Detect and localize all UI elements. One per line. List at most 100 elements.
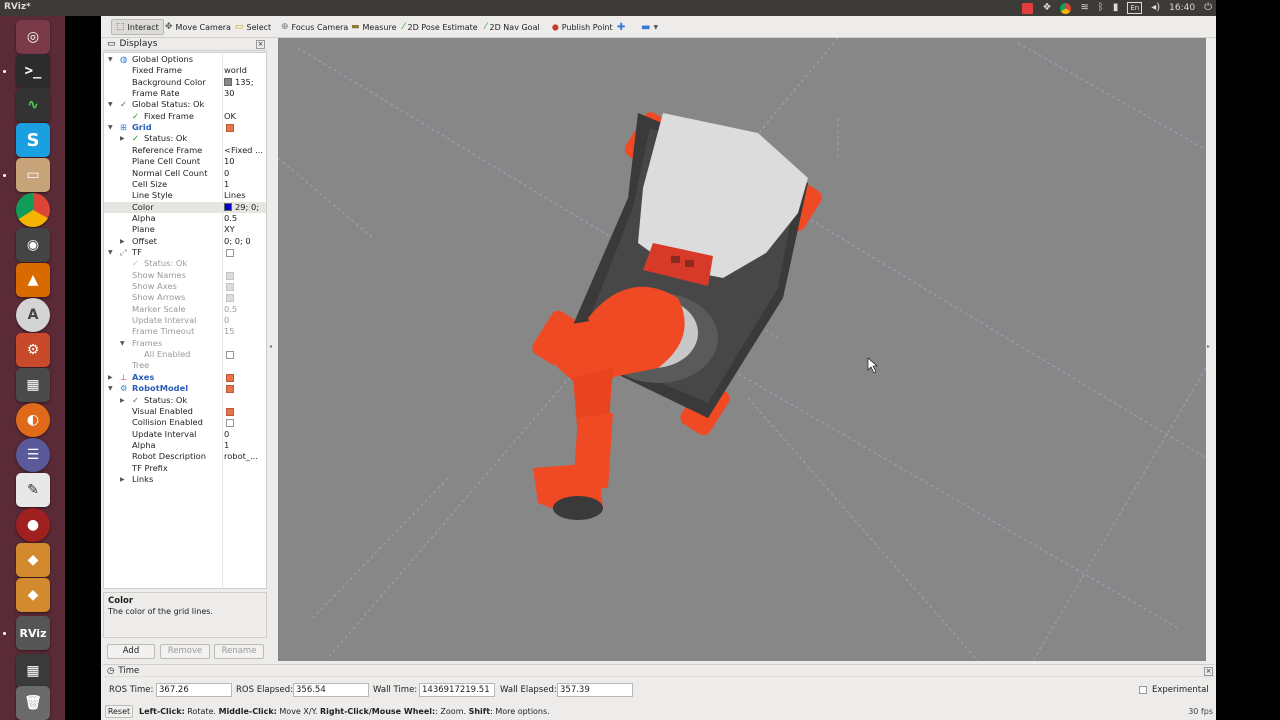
remove-button[interactable]: Remove [160, 644, 210, 659]
tree-row[interactable]: Line Style Lines [104, 190, 266, 201]
expanded-arrow-icon[interactable]: ▼ [108, 99, 113, 110]
expanded-arrow-icon[interactable]: ▼ [108, 54, 113, 65]
property-value[interactable]: <Fixed ... [224, 145, 266, 156]
tree-row[interactable]: All Enabled [104, 349, 266, 360]
tool-move-camera[interactable]: ✥ Move Camera [161, 19, 235, 35]
dropbox-icon[interactable]: ❖ [1042, 2, 1051, 14]
enable-checkbox[interactable] [226, 294, 234, 303]
enable-checkbox[interactable] [226, 385, 234, 394]
collapsed-arrow-icon[interactable]: ▶ [120, 133, 125, 144]
collapsed-arrow-icon[interactable]: ▶ [120, 395, 125, 406]
close-icon[interactable]: × [1204, 667, 1213, 676]
bluetooth-icon[interactable]: ᛒ [1098, 2, 1104, 14]
battery-icon[interactable]: ▮ [1113, 2, 1119, 14]
terminal-icon[interactable]: >_ [16, 54, 50, 88]
reset-button[interactable]: Reset [105, 705, 133, 718]
tool-publish-point[interactable]: ⬤ Publish Point [548, 19, 617, 35]
tree-row[interactable]: Alpha 0.5 [104, 213, 266, 224]
tree-row[interactable]: Update Interval 0 [104, 429, 266, 440]
tree-row[interactable]: Tree [104, 360, 266, 371]
enable-checkbox[interactable] [226, 124, 234, 133]
language-indicator[interactable]: En [1127, 2, 1143, 14]
rviz-icon[interactable]: RViz [16, 616, 50, 650]
property-value[interactable]: 1 [224, 440, 266, 451]
tree-row[interactable]: Show Names [104, 270, 266, 281]
enable-checkbox[interactable] [226, 248, 234, 257]
property-value[interactable]: 0.5 [224, 213, 266, 224]
system-monitor-icon[interactable]: ∿ [16, 88, 50, 122]
system-settings-icon[interactable]: ⚙ [16, 333, 50, 367]
tool-focus-camera[interactable]: ⊕ Focus Camera [277, 19, 352, 35]
tree-row[interactable]: ✓ Fixed Frame OK [104, 111, 266, 122]
tree-row[interactable]: ▶ ✓ Status: Ok [104, 133, 266, 144]
enable-checkbox[interactable] [226, 373, 234, 382]
property-value[interactable]: 0 [224, 168, 266, 179]
close-icon[interactable]: × [256, 40, 265, 49]
right-panel-collapse-handle[interactable]: ▸ [1207, 38, 1215, 661]
render-scene[interactable] [278, 38, 1206, 661]
property-value[interactable]: 0.5 [224, 304, 266, 315]
enable-checkbox[interactable] [226, 283, 234, 291]
enable-checkbox[interactable] [226, 271, 234, 280]
wall-time-field[interactable]: 1436917219.51 [419, 683, 495, 697]
property-value[interactable]: 0 [224, 429, 266, 440]
wifi-icon[interactable]: ≋ [1080, 2, 1088, 14]
chrome-icon[interactable] [16, 193, 50, 227]
volume-icon[interactable]: ◂) [1151, 2, 1160, 14]
tree-row[interactable]: Fixed Frame world [104, 65, 266, 76]
tree-row[interactable]: ▶ ⊥ Axes [104, 372, 266, 383]
tree-row[interactable]: Reference Frame <Fixed ... [104, 145, 266, 156]
property-value[interactable]: OK [224, 111, 266, 122]
tree-row[interactable]: ▼ Frames [104, 338, 266, 349]
enable-checkbox[interactable] [226, 407, 234, 416]
property-value[interactable]: 1 [224, 179, 266, 190]
eclipse-icon[interactable]: ☰ [16, 438, 50, 472]
tree-row[interactable]: ▶ Links [104, 474, 266, 485]
tree-row[interactable]: Marker Scale 0.5 [104, 304, 266, 315]
tree-row[interactable]: Cell Size 1 [104, 179, 266, 190]
tree-row[interactable]: ▼ ⤢ TF [104, 247, 266, 258]
trash-icon[interactable]: 🗑 [16, 686, 50, 720]
tree-row[interactable]: ▼ ◍ Global Options [104, 54, 266, 65]
tree-row[interactable]: Alpha 1 [104, 440, 266, 451]
tool-measure[interactable]: ▬ Measure [347, 19, 401, 35]
rename-button[interactable]: Rename [214, 644, 264, 659]
tree-row[interactable]: Robot Description robot_... [104, 451, 266, 462]
tree-row[interactable]: ▼ ⊞ Grid [104, 122, 266, 133]
collapsed-arrow-icon[interactable]: ▶ [120, 474, 125, 485]
virtualbox-icon[interactable]: ◆ [16, 543, 50, 577]
record-indicator-icon[interactable] [1022, 2, 1034, 14]
webcam-icon[interactable]: ● [16, 508, 50, 542]
property-value[interactable]: 30 [224, 88, 266, 99]
tree-row[interactable]: Color 29; 0; [104, 201, 266, 213]
firefox-icon[interactable]: ◐ [16, 403, 50, 437]
column-divider[interactable] [222, 52, 223, 589]
left-panel-collapse-handle[interactable]: ◂ [269, 38, 277, 661]
tree-row[interactable]: TF Prefix [104, 463, 266, 474]
enable-checkbox[interactable] [226, 351, 234, 360]
3d-viewport[interactable] [278, 38, 1206, 661]
add-tool-button[interactable]: ✚ [613, 19, 629, 35]
tree-row[interactable]: ▶ Offset 0; 0; 0 [104, 236, 266, 247]
ubuntu-dash-icon[interactable]: ◎ [16, 20, 50, 54]
property-value[interactable]: 135; [224, 77, 266, 88]
tool-select[interactable]: ▭ Select [231, 19, 275, 35]
virtualbox-icon-2[interactable]: ◆ [16, 578, 50, 612]
property-value[interactable]: 29; 0; [224, 202, 266, 213]
calculator-icon[interactable]: ▦ [16, 368, 50, 402]
power-icon[interactable]: ⏻ [1204, 2, 1212, 14]
property-value[interactable]: XY [224, 224, 266, 235]
tree-row[interactable]: Frame Rate 30 [104, 88, 266, 99]
tree-row[interactable]: Frame Timeout 15 [104, 326, 266, 337]
tree-row[interactable]: Collision Enabled [104, 417, 266, 428]
experimental-checkbox[interactable] [1139, 686, 1147, 694]
tree-row[interactable]: Visual Enabled [104, 406, 266, 417]
workspace-switcher-icon[interactable]: ▦ [16, 654, 50, 688]
remove-tool-button[interactable]: ▬ ▼ [637, 19, 662, 35]
tree-row[interactable]: ▼ ✓ Global Status: Ok [104, 99, 266, 110]
tool-2d-nav-goal[interactable]: ⁄ 2D Nav Goal [481, 19, 544, 35]
ros-elapsed-field[interactable]: 356.54 [293, 683, 369, 697]
tree-row[interactable]: Show Axes [104, 281, 266, 292]
tool-2d-pose-estimate[interactable]: ⁄ 2D Pose Estimate [399, 19, 482, 35]
expanded-arrow-icon[interactable]: ▼ [108, 122, 113, 133]
